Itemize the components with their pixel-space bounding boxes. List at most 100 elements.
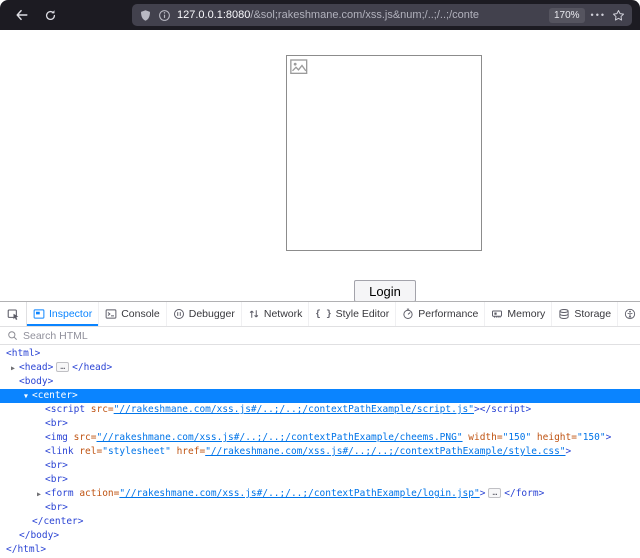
tab-accessibility[interactable]: Accessibility bbox=[618, 302, 640, 326]
tab-label: Memory bbox=[507, 308, 545, 320]
markup-view: <html>▶<head>…</head><body>▼<center><scr… bbox=[0, 345, 640, 558]
markup-segment: <script bbox=[45, 404, 85, 415]
style-editor-icon: { } bbox=[315, 310, 331, 319]
attribute-link[interactable]: "//rakeshmane.com/xss.js#/..;/..;/contex… bbox=[114, 404, 474, 415]
zoom-level-badge[interactable]: 170% bbox=[549, 8, 585, 23]
node-img[interactable]: <img src="//rakeshmane.com/xss.js#/..;/.… bbox=[0, 431, 640, 445]
network-icon bbox=[248, 308, 260, 320]
tab-label: Performance bbox=[418, 308, 478, 320]
markup-segment: "150" bbox=[577, 432, 606, 443]
markup-segment: > bbox=[480, 488, 486, 499]
attribute-link[interactable]: "//rakeshmane.com/xss.js#/..;/..;/contex… bbox=[205, 446, 565, 457]
login-button[interactable]: Login bbox=[354, 280, 416, 302]
node-br-2[interactable]: <br> bbox=[0, 459, 640, 473]
inspector-icon bbox=[33, 308, 45, 320]
markup-segment: action= bbox=[74, 488, 120, 499]
console-icon bbox=[105, 308, 117, 320]
markup-segment: <form bbox=[45, 488, 74, 499]
markup-segment: src= bbox=[68, 432, 97, 443]
pick-element-button[interactable] bbox=[0, 302, 27, 326]
search-icon bbox=[7, 330, 18, 341]
browser-toolbar: 127.0.0.1:8080/&sol;rakeshmane.com/xss.j… bbox=[0, 0, 640, 30]
node-html-open[interactable]: <html> bbox=[0, 347, 640, 361]
tab-inspector[interactable]: Inspector bbox=[27, 302, 99, 326]
shield-icon[interactable] bbox=[139, 9, 152, 22]
collapse-arrow-icon[interactable]: ▼ bbox=[21, 389, 31, 403]
node-form[interactable]: ▶<form action="//rakeshmane.com/xss.js#/… bbox=[0, 487, 640, 501]
page-content: Login bbox=[0, 30, 640, 301]
node-body-open[interactable]: <body> bbox=[0, 375, 640, 389]
node-center-open[interactable]: ▼<center> bbox=[0, 389, 640, 403]
markup-segment: href= bbox=[171, 446, 205, 457]
markup-segment: </center> bbox=[32, 516, 83, 527]
markup-segment: <br> bbox=[45, 460, 68, 471]
devtools-panel: InspectorConsole Debugger Network { } Style … bbox=[0, 301, 640, 558]
page-actions-icon[interactable]: ••• bbox=[591, 11, 606, 20]
inline-expander-badge[interactable]: … bbox=[488, 488, 501, 498]
broken-image-icon bbox=[290, 59, 310, 76]
reload-icon[interactable] bbox=[36, 4, 64, 26]
tab-label: Debugger bbox=[189, 308, 235, 320]
markup-segment: <center> bbox=[32, 390, 78, 401]
site-info-icon[interactable] bbox=[158, 9, 171, 22]
devtools-tabs: InspectorConsole Debugger Network { } Style … bbox=[27, 302, 640, 326]
node-br-1[interactable]: <br> bbox=[0, 417, 640, 431]
node-html-close[interactable]: </html> bbox=[0, 543, 640, 557]
expand-arrow-icon[interactable]: ▶ bbox=[34, 487, 44, 501]
node-head[interactable]: ▶<head>…</head> bbox=[0, 361, 640, 375]
tab-console[interactable]: Console bbox=[99, 302, 167, 326]
markup-segment: "stylesheet" bbox=[102, 446, 171, 457]
attribute-link[interactable]: "//rakeshmane.com/xss.js#/..;/..;/contex… bbox=[97, 432, 463, 443]
devtools-search-bar bbox=[0, 327, 640, 345]
search-html-input[interactable] bbox=[23, 330, 633, 342]
markup-segment: <br> bbox=[45, 418, 68, 429]
markup-segment: <img bbox=[45, 432, 68, 443]
markup-segment: rel= bbox=[74, 446, 103, 457]
inline-expander-badge[interactable]: … bbox=[56, 362, 69, 372]
markup-segment: <link bbox=[45, 446, 74, 457]
accessibility-icon bbox=[624, 308, 636, 320]
url-host: 127.0.0.1:8080 bbox=[177, 9, 250, 21]
markup-segment: </head> bbox=[72, 362, 112, 373]
tab-debugger[interactable]: Debugger bbox=[167, 302, 242, 326]
node-center-close[interactable]: </center> bbox=[0, 515, 640, 529]
node-br-4[interactable]: <br> bbox=[0, 501, 640, 515]
node-link-stylesheet[interactable]: <link rel="stylesheet" href="//rakeshman… bbox=[0, 445, 640, 459]
markup-segment: </script> bbox=[480, 404, 531, 415]
tab-performance[interactable]: Performance bbox=[396, 302, 485, 326]
broken-image-placeholder bbox=[286, 55, 482, 251]
expand-arrow-icon[interactable]: ▶ bbox=[8, 361, 18, 375]
devtools-tabbar: InspectorConsole Debugger Network { } Style … bbox=[0, 302, 640, 327]
memory-icon bbox=[491, 308, 503, 320]
markup-segment: </html> bbox=[6, 544, 46, 555]
attribute-link[interactable]: "//rakeshmane.com/xss.js#/..;/..;/contex… bbox=[119, 488, 479, 499]
back-icon[interactable] bbox=[8, 4, 36, 26]
tab-memory[interactable]: Memory bbox=[485, 302, 552, 326]
url-bar[interactable]: 127.0.0.1:8080/&sol;rakeshmane.com/xss.j… bbox=[132, 4, 632, 26]
bookmark-star-icon[interactable] bbox=[612, 9, 625, 22]
markup-segment: "150" bbox=[503, 432, 532, 443]
tab-label: Storage bbox=[574, 308, 611, 320]
markup-segment: > bbox=[606, 432, 612, 443]
markup-segment: <br> bbox=[45, 502, 68, 513]
markup-segment: </form> bbox=[504, 488, 544, 499]
tab-storage[interactable]: Storage bbox=[552, 302, 618, 326]
tab-label: Network bbox=[264, 308, 303, 320]
tab-label: Style Editor bbox=[336, 308, 390, 320]
markup-segment: src= bbox=[85, 404, 114, 415]
markup-segment: width= bbox=[463, 432, 503, 443]
node-br-3[interactable]: <br> bbox=[0, 473, 640, 487]
tab-network[interactable]: Network bbox=[242, 302, 310, 326]
markup-segment: <br> bbox=[45, 474, 68, 485]
debugger-icon bbox=[173, 308, 185, 320]
markup-segment: > bbox=[566, 446, 572, 457]
markup-segment: <body> bbox=[19, 376, 53, 387]
tab-style-editor[interactable]: { } Style Editor bbox=[309, 302, 396, 326]
node-body-close[interactable]: </body> bbox=[0, 529, 640, 543]
markup-segment: <html> bbox=[6, 348, 40, 359]
storage-icon bbox=[558, 308, 570, 320]
node-script[interactable]: <script src="//rakeshmane.com/xss.js#/..… bbox=[0, 403, 640, 417]
markup-segment: <head> bbox=[19, 362, 53, 373]
url-text: 127.0.0.1:8080/&sol;rakeshmane.com/xss.j… bbox=[177, 9, 543, 21]
performance-icon bbox=[402, 308, 414, 320]
